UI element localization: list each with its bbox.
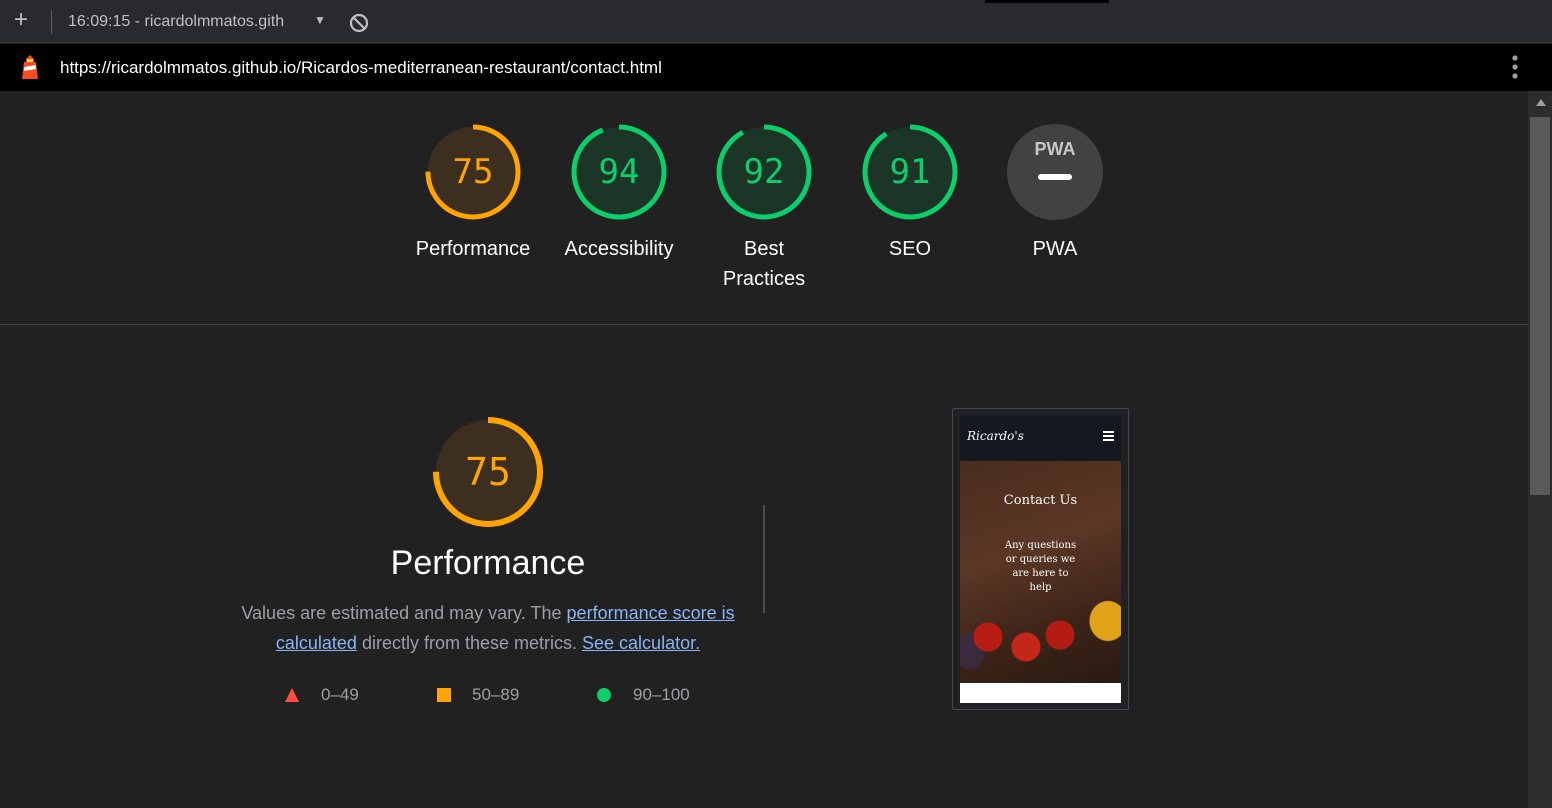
gauge-performance[interactable]: 75 Performance [416, 122, 530, 260]
screenshot-hero-image: Contact Us Any questions or queries we a… [960, 461, 1121, 683]
final-screenshot[interactable]: Ricardo's Contact Us Any questions or qu… [952, 408, 1129, 710]
legend-range: 90–100 [633, 685, 690, 704]
report-url: https://ricardolmmatos.github.io/Ricardo… [60, 58, 662, 77]
square-icon [437, 688, 451, 702]
performance-gauge: 75 [431, 415, 545, 529]
screenshot-brand: Ricardo's [967, 429, 1024, 443]
clear-block-icon[interactable] [349, 13, 369, 33]
more-options-icon[interactable] [1510, 54, 1520, 80]
screenshot-page: Ricardo's Contact Us Any questions or qu… [960, 416, 1121, 703]
desc-middle: directly from these metrics. [356, 633, 583, 653]
vertical-divider [763, 505, 765, 613]
see-calculator-link[interactable]: See calculator. [582, 633, 700, 653]
add-report-button[interactable]: + [14, 8, 28, 32]
vertical-scrollbar[interactable] [1528, 91, 1552, 808]
gauge-seo[interactable]: 91 SEO [860, 122, 960, 260]
gauge-score: 94 [598, 152, 640, 192]
report-url-bar: https://ricardolmmatos.github.io/Ricardo… [0, 44, 1552, 91]
legend-range: 50–89 [472, 685, 520, 704]
toolbar-separator [51, 10, 52, 34]
active-tab-indicator [985, 0, 1109, 3]
performance-description: Values are estimated and may vary. The p… [240, 598, 736, 658]
gauge-accessibility[interactable]: 94 Accessibility [565, 122, 673, 260]
lighthouse-icon [22, 55, 38, 79]
desc-prefix: Values are estimated and may vary. The [241, 603, 567, 623]
gauge-score: 91 [889, 152, 931, 192]
gauge-label: Accessibility [564, 238, 674, 260]
screenshot-subtitle: Any questions or queries we are here to … [1004, 540, 1077, 593]
gauge-score: 75 [452, 152, 494, 192]
circle-icon [597, 688, 611, 702]
gauge-label: PWA [1032, 238, 1078, 260]
devtools-toolbar: + 16:09:15 - ricardolmmatos.gith ▼ [0, 0, 1552, 43]
screenshot-navbar: Ricardo's [960, 416, 1121, 461]
pwa-badge-icon [1007, 124, 1103, 220]
legend-range: 0–49 [321, 685, 359, 704]
gauge-label: Best Practices [722, 238, 806, 290]
performance-title: Performance [390, 544, 586, 582]
gauge-best-practices[interactable]: 92 Best Practices [714, 122, 814, 290]
chevron-down-icon[interactable]: ▼ [314, 13, 326, 27]
report-content: 75 Performance 94 Accessibility 92 Best … [0, 91, 1528, 808]
pwa-badge-text: PWA [1034, 139, 1076, 159]
screenshot-title: Contact Us [1003, 493, 1078, 508]
scroll-up-arrow-icon[interactable] [1536, 99, 1546, 106]
hamburger-icon [1103, 431, 1114, 443]
gauge-pwa[interactable]: PWA PWA [1005, 122, 1105, 260]
section-divider [0, 324, 1528, 325]
performance-score: 75 [465, 450, 511, 494]
report-session-select[interactable]: 16:09:15 - ricardolmmatos.gith [68, 13, 284, 31]
scroll-thumb[interactable] [1530, 117, 1550, 495]
gauge-score: 92 [743, 152, 785, 192]
triangle-icon [285, 688, 299, 702]
